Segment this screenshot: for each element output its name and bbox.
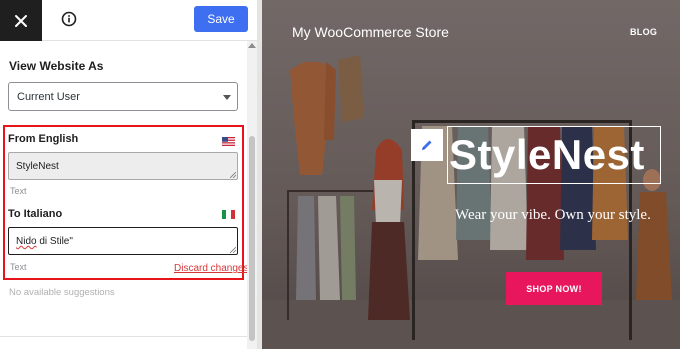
from-language-label: From English <box>8 133 79 145</box>
source-text-field: StyleNest <box>8 152 238 180</box>
close-icon <box>15 14 27 27</box>
view-website-as-label: View Website As <box>9 59 104 73</box>
translation-input[interactable]: Nido di Stile" <box>8 227 238 255</box>
source-field-type: Text <box>10 186 27 196</box>
resize-grip-icon <box>230 172 236 178</box>
translation-input-value: Nido di Stile" <box>16 236 73 247</box>
nav-link-blog[interactable]: BLOG <box>630 27 657 37</box>
chevron-down-icon <box>223 95 231 100</box>
pencil-icon <box>422 140 432 150</box>
resize-grip-icon[interactable] <box>230 247 236 253</box>
site-title[interactable]: My WooCommerce Store <box>292 24 449 40</box>
hero-tagline: Wear your vibe. Own your style. <box>455 207 651 223</box>
close-button[interactable] <box>0 0 42 41</box>
editor-toolbar: Save <box>0 0 257 41</box>
discard-changes-link[interactable]: Discard changes <box>174 263 248 274</box>
no-suggestions-text: No available suggestions <box>9 287 115 298</box>
edit-translation-button[interactable] <box>411 129 443 161</box>
shop-now-button[interactable]: SHOP NOW! <box>506 272 602 305</box>
panel-scrollbar[interactable] <box>247 41 257 349</box>
view-as-selected-value: Current User <box>17 91 80 103</box>
italy-flag-icon <box>222 210 235 219</box>
translation-highlight-box <box>3 125 244 280</box>
hero-title[interactable]: StyleNest <box>449 131 645 179</box>
site-preview: My WooCommerce Store BLOG StyleNest Wear… <box>262 0 680 349</box>
scrollbar-thumb[interactable] <box>249 136 255 341</box>
view-as-select[interactable]: Current User <box>8 82 238 111</box>
target-field-type: Text <box>10 262 27 272</box>
source-text-value: StyleNest <box>16 161 59 172</box>
scroll-up-icon[interactable] <box>248 43 256 48</box>
panel-divider <box>0 336 247 337</box>
info-icon <box>61 11 77 27</box>
to-language-label: To Italiano <box>8 208 63 220</box>
misspelled-word: Nido <box>16 236 37 247</box>
save-button[interactable]: Save <box>194 6 248 32</box>
us-flag-icon <box>222 137 235 146</box>
translation-editor-panel: Save View Website As Current User From E… <box>0 0 257 349</box>
translation-input-rest: di Stile" <box>36 236 73 247</box>
info-button[interactable] <box>60 10 78 28</box>
